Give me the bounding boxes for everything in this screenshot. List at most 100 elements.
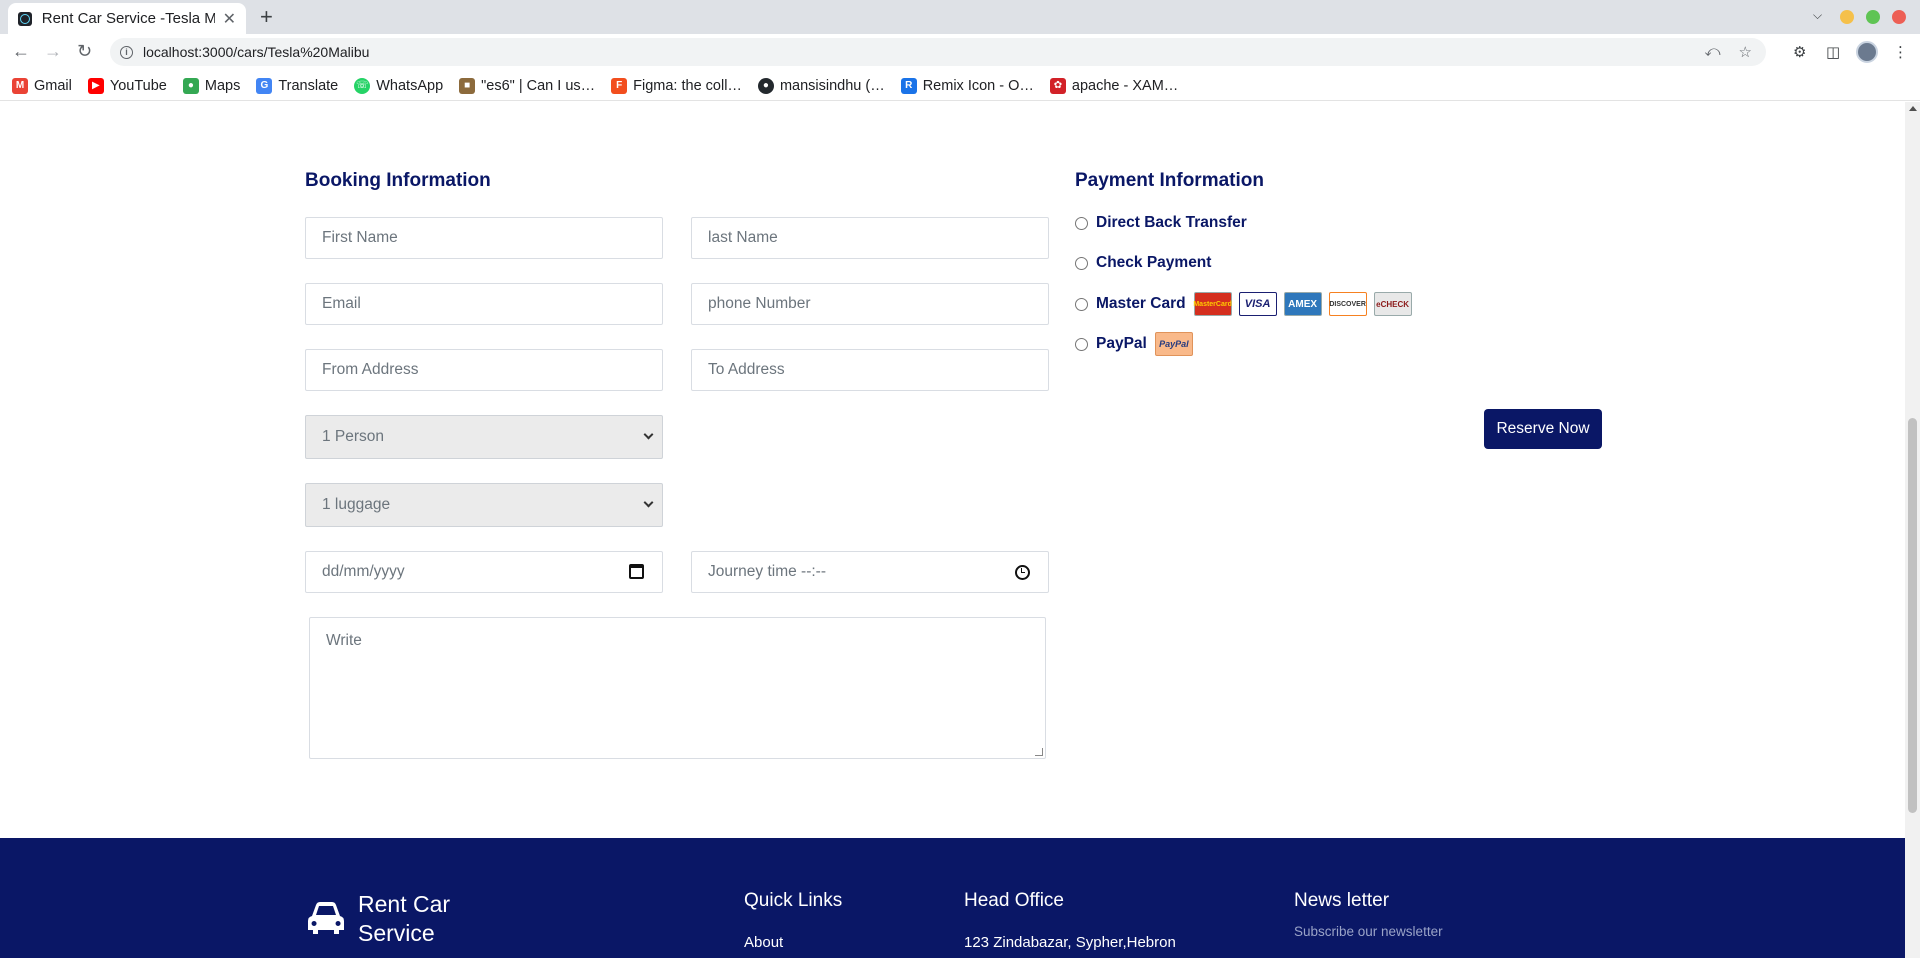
payment-info-heading: Payment Information xyxy=(1075,170,1264,191)
close-tab-icon[interactable]: ✕ xyxy=(223,9,236,29)
bookmark-caniuse[interactable]: ■ "es6" | Can I us… xyxy=(459,77,595,94)
email-input[interactable]: Email xyxy=(305,283,663,325)
visa-logo-icon: VISA xyxy=(1238,292,1277,316)
brand-line-2: Service xyxy=(358,920,435,946)
master-card-label: Master Card xyxy=(1096,295,1186,312)
page-content: Booking Information First Name last Name… xyxy=(0,102,1905,958)
address-bar[interactable]: i localhost:3000/cars/Tesla%20Malibu ⤺ ☆ xyxy=(110,38,1766,66)
persons-select-value: 1 Person xyxy=(322,428,385,445)
paypal-radio[interactable] xyxy=(1075,337,1088,351)
youtube-icon: ▶ xyxy=(87,77,104,94)
check-payment-radio[interactable] xyxy=(1075,256,1088,270)
office-address: 123 Zindabazar, Sypher,Hebron xyxy=(964,934,1176,951)
first-name-input[interactable]: First Name xyxy=(305,217,663,259)
bookmark-maps[interactable]: ● Maps xyxy=(182,77,240,94)
chevron-down-icon xyxy=(643,429,654,440)
quick-links-heading: Quick Links xyxy=(744,890,843,911)
from-address-input[interactable]: From Address xyxy=(305,349,663,391)
brand-line-1: Rent Car xyxy=(358,891,451,917)
figma-icon: F xyxy=(611,77,628,94)
browser-tab-active[interactable]: Rent Car Service -Tesla Ma ✕ xyxy=(8,3,246,34)
bookmark-gmail[interactable]: M Gmail xyxy=(12,77,72,94)
whatsapp-icon: ☏ xyxy=(354,77,371,94)
booking-info-heading: Booking Information xyxy=(305,170,491,191)
maps-icon: ● xyxy=(182,77,199,94)
scroll-up-arrow-icon[interactable] xyxy=(1909,106,1917,111)
to-address-input[interactable]: To Address xyxy=(691,349,1049,391)
reserve-now-button[interactable]: Reserve Now xyxy=(1484,409,1602,449)
notes-placeholder: Write xyxy=(326,632,362,649)
bookmark-figma[interactable]: F Figma: the coll… xyxy=(611,77,742,94)
head-office-heading: Head Office xyxy=(964,890,1064,911)
footer-link-about[interactable]: About xyxy=(744,934,783,951)
bookmark-apache[interactable]: ✿ apache - XAM… xyxy=(1049,77,1178,94)
payment-option-card[interactable]: Master Card MasterCard VISA AMEX DISCOVE… xyxy=(1075,292,1419,316)
payment-option-bank[interactable]: Direct Back Transfer xyxy=(1075,214,1255,232)
bank-transfer-label: Direct Back Transfer xyxy=(1096,214,1247,231)
new-tab-button[interactable]: + xyxy=(260,4,273,30)
bookmark-translate[interactable]: G Translate xyxy=(256,77,338,94)
share-icon[interactable]: ⤺ xyxy=(1705,43,1721,61)
newsletter-heading: News letter xyxy=(1294,890,1390,911)
bank-transfer-radio[interactable] xyxy=(1075,216,1088,230)
caniuse-icon: ■ xyxy=(459,77,476,94)
reload-icon[interactable]: ↻ xyxy=(77,41,92,62)
tab-search-chevron-icon[interactable]: ⌵ xyxy=(1813,8,1822,23)
window-close-button[interactable] xyxy=(1892,10,1906,24)
calendar-icon[interactable] xyxy=(629,564,644,579)
mastercard-logo-icon: MasterCard xyxy=(1193,292,1232,316)
github-icon: ● xyxy=(757,77,774,94)
payment-option-check[interactable]: Check Payment xyxy=(1075,254,1219,272)
apache-feather-icon: ✿ xyxy=(1049,77,1066,94)
amex-logo-icon: AMEX xyxy=(1283,292,1322,316)
site-info-icon[interactable]: i xyxy=(120,45,133,59)
car-icon xyxy=(308,902,344,934)
site-footer: Rent Car Service Quick Links About Head … xyxy=(0,838,1905,958)
bookmark-whatsapp[interactable]: ☏ WhatsApp xyxy=(354,77,443,94)
resize-handle-icon[interactable] xyxy=(1035,748,1043,756)
bookmark-remixicon[interactable]: R Remix Icon - O… xyxy=(900,77,1034,94)
date-placeholder: dd/mm/yyyy xyxy=(322,563,405,580)
footer-brand[interactable]: Rent Car Service xyxy=(358,890,450,948)
tab-title: Rent Car Service -Tesla Ma xyxy=(41,10,215,27)
back-arrow-icon[interactable]: ← xyxy=(12,41,30,62)
window-maximize-button[interactable] xyxy=(1866,10,1880,24)
bookmark-star-icon[interactable]: ☆ xyxy=(1739,43,1752,61)
forward-arrow-icon[interactable]: → xyxy=(44,41,62,62)
window-minimize-button[interactable] xyxy=(1840,10,1854,24)
browser-tab-strip: Rent Car Service -Tesla Ma ✕ + ⌵ xyxy=(0,0,1920,34)
remix-icon: R xyxy=(900,77,917,94)
paypal-label: PayPal xyxy=(1096,335,1147,352)
persons-select[interactable]: 1 Person xyxy=(305,415,663,459)
payment-option-paypal[interactable]: PayPal PayPal xyxy=(1075,332,1200,356)
gmail-icon: M xyxy=(12,77,28,94)
notes-textarea[interactable]: Write xyxy=(309,617,1046,759)
url-text[interactable]: localhost:3000/cars/Tesla%20Malibu xyxy=(143,44,369,60)
time-placeholder: Journey time --:-- xyxy=(708,563,826,580)
echeck-logo-icon: eCHECK xyxy=(1373,292,1412,316)
react-favicon-icon xyxy=(18,11,32,26)
last-name-input[interactable]: last Name xyxy=(691,217,1049,259)
page-scrollbar[interactable] xyxy=(1905,102,1920,958)
discover-logo-icon: DISCOVER xyxy=(1328,292,1367,316)
extensions-puzzle-icon[interactable]: ⚙ xyxy=(1793,43,1806,61)
phone-input[interactable]: phone Number xyxy=(691,283,1049,325)
check-payment-label: Check Payment xyxy=(1096,254,1212,271)
scrollbar-thumb[interactable] xyxy=(1908,418,1917,813)
master-card-radio[interactable] xyxy=(1075,297,1088,311)
chevron-down-icon xyxy=(643,497,654,508)
profile-avatar[interactable] xyxy=(1856,41,1878,63)
browser-toolbar: ← → ↻ i localhost:3000/cars/Tesla%20Mali… xyxy=(0,34,1920,71)
browser-menu-icon[interactable]: ⋮ xyxy=(1893,43,1908,61)
clock-icon[interactable] xyxy=(1015,565,1030,580)
journey-date-input[interactable]: dd/mm/yyyy xyxy=(305,551,663,593)
luggage-select[interactable]: 1 luggage xyxy=(305,483,663,527)
journey-time-input[interactable]: Journey time --:-- xyxy=(691,551,1049,593)
side-panel-icon[interactable]: ◫ xyxy=(1826,43,1840,61)
newsletter-subtext: Subscribe our newsletter xyxy=(1294,924,1443,939)
bookmarks-bar: M Gmail ▶ YouTube ● Maps G Translate ☏ WhatsA… xyxy=(0,71,1920,101)
paypal-logo-icon: PayPal xyxy=(1154,332,1193,356)
luggage-select-value: 1 luggage xyxy=(322,496,391,513)
bookmark-youtube[interactable]: ▶ YouTube xyxy=(87,77,167,94)
bookmark-github[interactable]: ● mansisindhu (… xyxy=(757,77,885,94)
